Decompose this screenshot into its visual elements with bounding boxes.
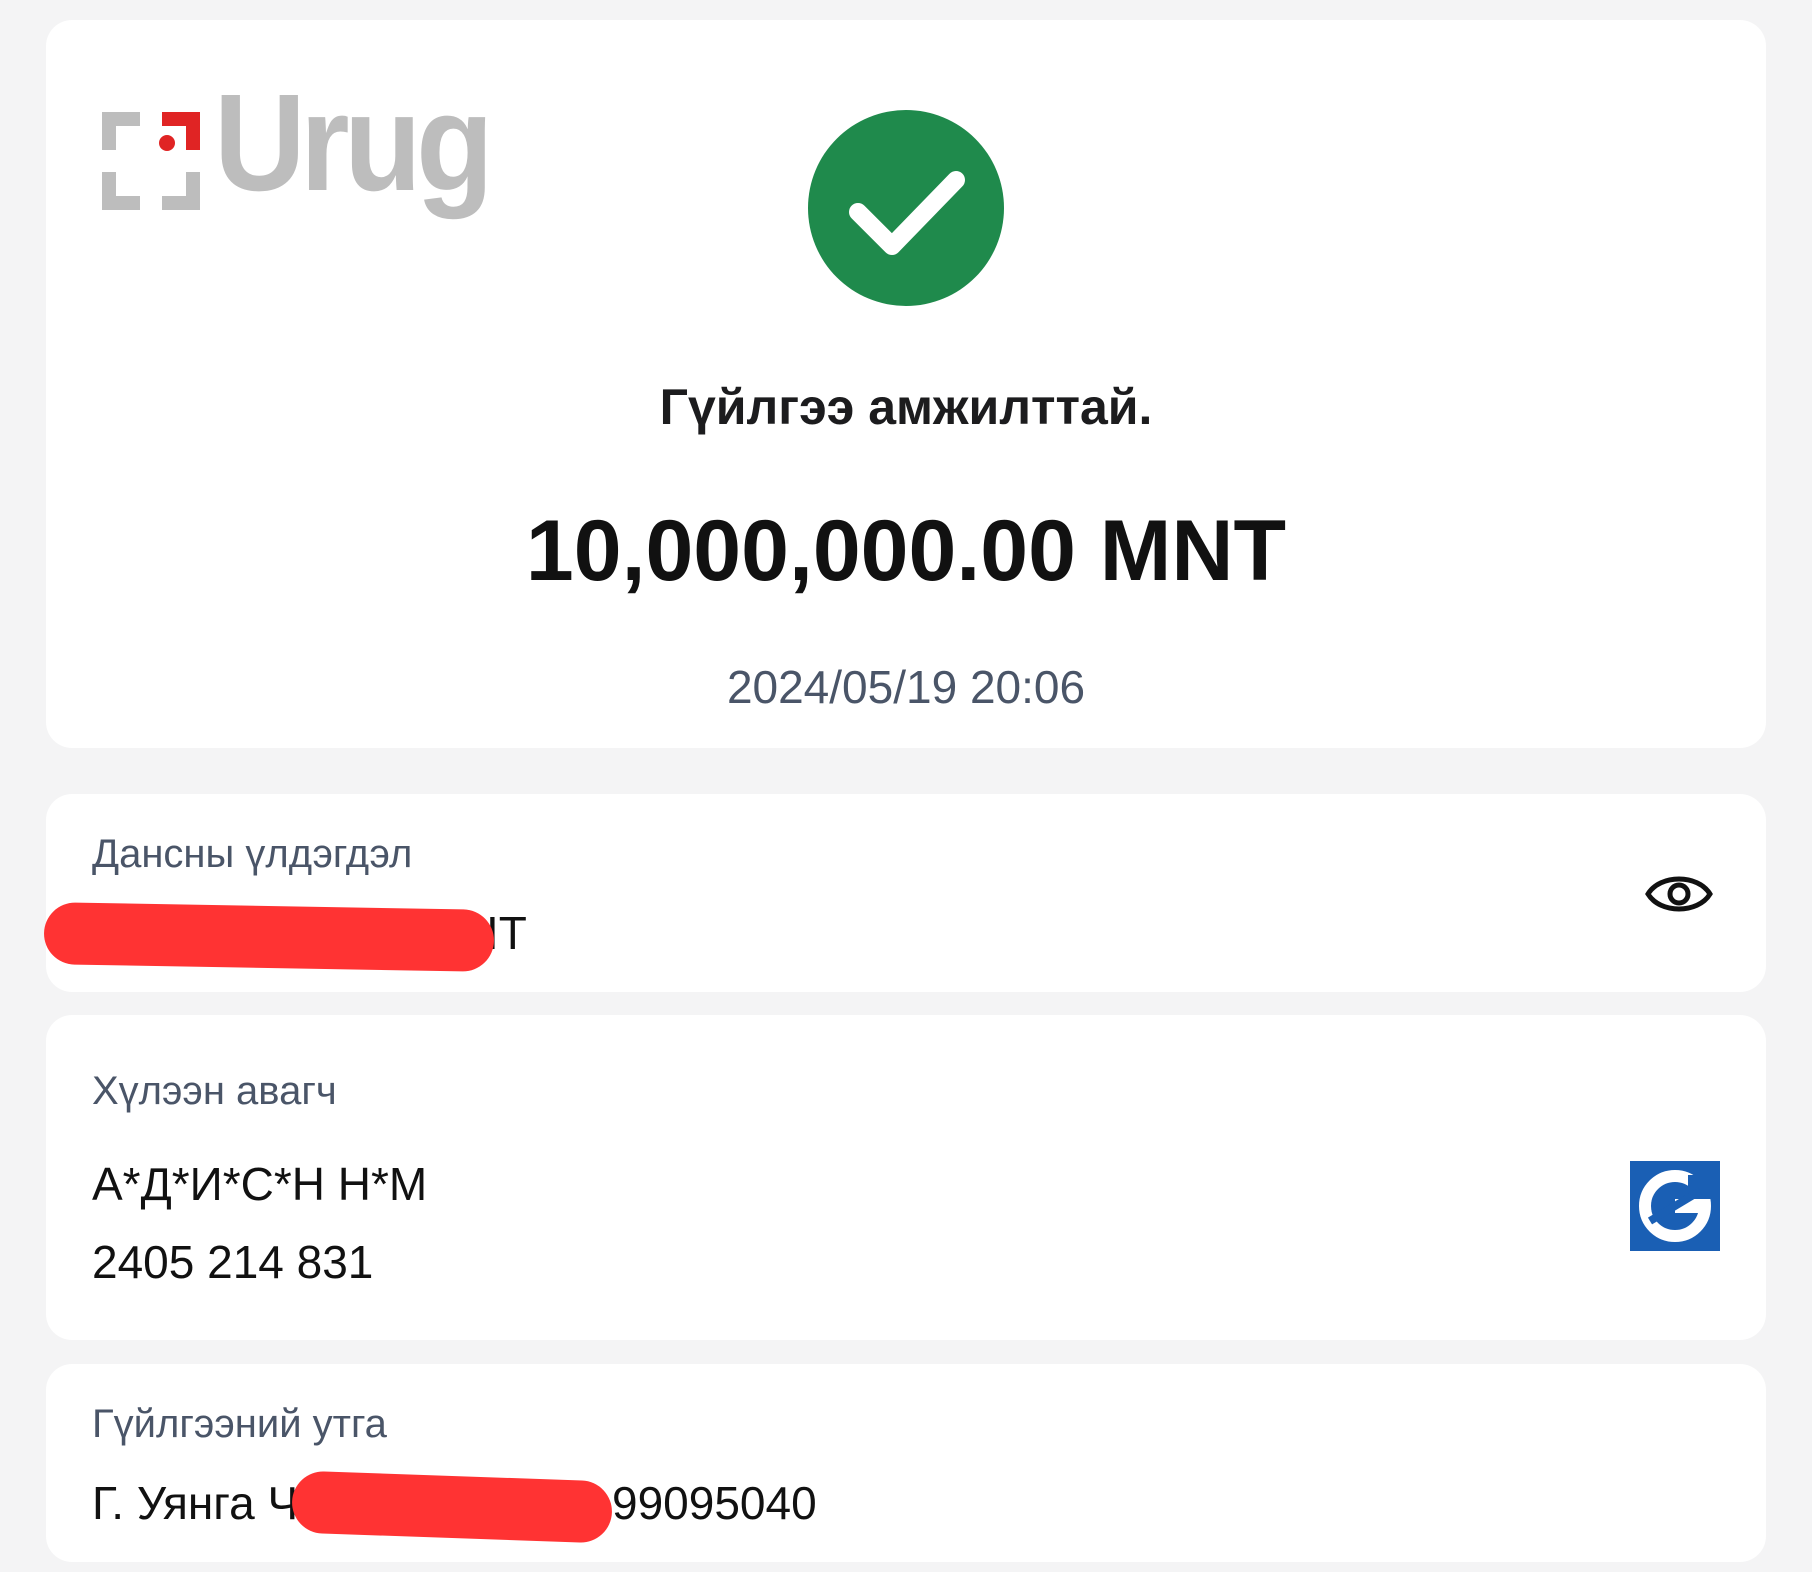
- status-title: Гүйлгээ амжилттай.: [659, 379, 1153, 435]
- redaction-mark: [43, 902, 495, 972]
- recipient-label: Хүлээн авагч: [92, 1069, 337, 1113]
- account-balance-card: Дансны үлдэгдэл IT: [43, 794, 1766, 992]
- transaction-description-card: Гүйлгээний утга Г. Уянга Ч 99095040: [46, 1364, 1766, 1562]
- recipient-account-number: 2405 214 831: [92, 1236, 374, 1288]
- logo-text: Urug: [214, 66, 494, 220]
- logo-frame-icon: [102, 112, 200, 210]
- recipient-name: А*Д*И*С*Н Н*М: [92, 1158, 428, 1210]
- transaction-summary-card: Urug Гүйлгээ амжилттай. 10,000,000.00 MN…: [46, 20, 1766, 748]
- description-value-suffix: 99095040: [612, 1477, 817, 1529]
- transaction-amount: 10,000,000.00 MNT: [525, 503, 1287, 599]
- success-check-icon: [808, 110, 1004, 306]
- recipient-card: Хүлээн авагч А*Д*И*С*Н Н*М 2405 214 831: [46, 1015, 1766, 1340]
- description-value-prefix: Г. Уянга Ч: [92, 1477, 299, 1529]
- description-label: Гүйлгээний утга: [92, 1402, 387, 1446]
- show-balance-eye-icon[interactable]: [1644, 866, 1714, 922]
- redaction-mark: [291, 1470, 613, 1544]
- bank-logo-icon: [1630, 1161, 1720, 1251]
- transaction-datetime: 2024/05/19 20:06: [726, 661, 1086, 713]
- balance-label: Дансны үлдэгдэл: [92, 832, 413, 876]
- brand-logo: Urug: [96, 74, 494, 232]
